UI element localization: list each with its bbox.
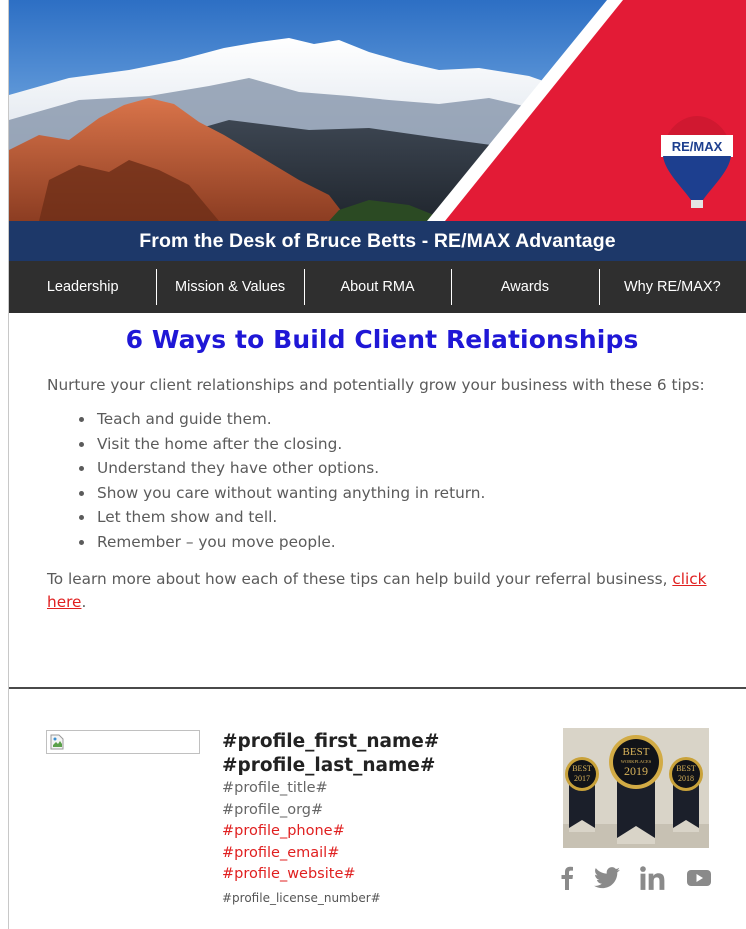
broken-image-icon xyxy=(50,734,64,750)
twitter-icon[interactable] xyxy=(594,867,620,893)
award-badge-2017: BEST 2017 xyxy=(565,757,599,832)
nav-item-why-remax[interactable]: Why RE/MAX? xyxy=(598,261,746,313)
section-divider xyxy=(9,687,746,689)
award-badge-2019: BEST WORKPLACES 2019 xyxy=(609,735,663,844)
svg-text:2017: 2017 xyxy=(574,774,590,783)
article: 6 Ways to Build Client Relationships Nur… xyxy=(47,313,717,614)
profile-phone[interactable]: #profile_phone# xyxy=(222,821,542,843)
profile-first-name: #profile_first_name# xyxy=(222,731,440,752)
best-workplaces-awards-image: BEST 2017 BEST 2018 BEST WORKPLACES 2019 xyxy=(563,728,709,848)
desk-title: From the Desk of Bruce Betts - RE/MAX Ad… xyxy=(139,229,616,252)
list-item: Remember – you move people. xyxy=(95,530,717,555)
logo-text: RE/MAX xyxy=(672,139,723,154)
article-outro: To learn more about how each of these ti… xyxy=(47,568,717,614)
desk-title-bar: From the Desk of Bruce Betts - RE/MAX Ad… xyxy=(9,221,746,261)
svg-text:2019: 2019 xyxy=(624,764,648,778)
tips-list: Teach and guide them. Visit the home aft… xyxy=(47,407,717,554)
profile-website[interactable]: #profile_website# xyxy=(222,864,542,886)
top-nav: Leadership Mission & Values About RMA Aw… xyxy=(9,261,746,313)
svg-text:BEST: BEST xyxy=(676,764,696,773)
remax-balloon-logo: RE/MAX xyxy=(659,116,735,208)
nav-item-leadership[interactable]: Leadership xyxy=(9,261,156,313)
list-item: Teach and guide them. xyxy=(95,407,717,432)
article-intro: Nurture your client relationships and po… xyxy=(47,376,705,394)
list-item: Show you care without wanting anything i… xyxy=(95,481,717,506)
nav-item-awards[interactable]: Awards xyxy=(451,261,598,313)
signature-info: #profile_first_name# #profile_last_name#… xyxy=(222,730,542,908)
article-headline: 6 Ways to Build Client Relationships xyxy=(125,325,639,354)
nav-item-mission-values[interactable]: Mission & Values xyxy=(156,261,303,313)
outro-end: . xyxy=(81,593,87,611)
svg-text:2018: 2018 xyxy=(678,774,694,783)
mountain-photo xyxy=(9,0,746,221)
header-banner: RE/MAX xyxy=(9,0,746,221)
social-links xyxy=(560,864,712,896)
profile-title: #profile_title# xyxy=(222,780,328,796)
profile-license-number: #profile_license_number# xyxy=(222,890,381,905)
profile-email[interactable]: #profile_email# xyxy=(222,843,542,865)
facebook-icon[interactable] xyxy=(560,866,574,894)
svg-text:BEST: BEST xyxy=(623,746,650,758)
nav-item-about-rma[interactable]: About RMA xyxy=(303,261,451,313)
youtube-icon[interactable] xyxy=(686,868,712,892)
profile-org: #profile_org# xyxy=(222,801,324,818)
list-item: Let them show and tell. xyxy=(95,505,717,530)
profile-photo-broken-image xyxy=(46,730,200,754)
list-item: Understand they have other options. xyxy=(95,456,717,481)
award-badge-2018: BEST 2018 xyxy=(669,757,703,832)
list-item: Visit the home after the closing. xyxy=(95,432,717,457)
linkedin-icon[interactable] xyxy=(640,866,666,894)
svg-text:BEST: BEST xyxy=(572,764,592,773)
profile-last-name: #profile_last_name# xyxy=(222,755,436,776)
outro-text: To learn more about how each of these ti… xyxy=(47,570,673,588)
